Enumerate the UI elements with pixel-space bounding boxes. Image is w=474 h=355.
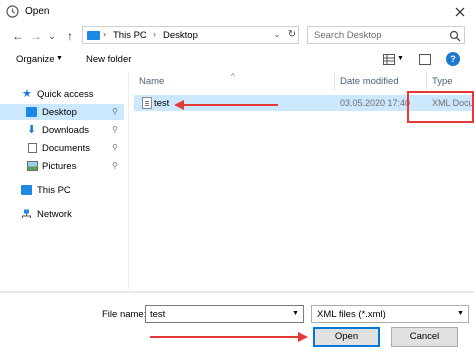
forward-arrow-icon[interactable]: →: [28, 28, 44, 44]
file-name-field[interactable]: test ▼: [145, 305, 304, 323]
pin-icon: ⚲: [112, 143, 118, 152]
navigation-pane: ★ Quick access Desktop ⚲ ⬇ Downloads ⚲ D…: [0, 76, 128, 288]
sidebar-item-label: Downloads: [42, 125, 89, 136]
pane-divider[interactable]: [128, 72, 129, 290]
open-button[interactable]: Open: [313, 327, 380, 347]
star-icon: ★: [22, 88, 32, 100]
column-header-type[interactable]: Type: [432, 76, 453, 87]
title-bar: Open: [0, 0, 474, 24]
help-icon[interactable]: ?: [446, 52, 460, 66]
change-view-icon[interactable]: [383, 54, 395, 65]
column-header-name[interactable]: Name: [139, 76, 164, 87]
up-arrow-icon[interactable]: ↑: [62, 28, 78, 44]
pin-icon: ⚲: [112, 107, 118, 116]
annotation-arrow-icon: [150, 332, 308, 342]
sidebar-item-desktop[interactable]: Desktop ⚲: [0, 104, 124, 120]
file-type-filter-select[interactable]: XML files (*.xml) ▼: [311, 305, 469, 323]
breadcrumb-separator: ›: [153, 29, 156, 39]
window-title: Open: [25, 6, 50, 17]
cancel-button[interactable]: Cancel: [391, 327, 458, 347]
close-icon[interactable]: [450, 3, 470, 21]
sidebar-item-label: This PC: [37, 185, 71, 196]
computer-icon: [87, 31, 100, 40]
file-date-modified: 03.05.2020 17:40: [340, 98, 411, 108]
sidebar-item-label: Pictures: [42, 161, 77, 172]
file-name-value: test: [150, 309, 166, 320]
search-placeholder: Search Desktop: [314, 30, 382, 41]
search-input[interactable]: Search Desktop: [307, 26, 465, 44]
preview-pane-icon[interactable]: [419, 54, 431, 65]
horizontal-scrollbar[interactable]: [0, 291, 474, 293]
sidebar-item-label: Quick access: [37, 89, 94, 100]
pictures-icon: [27, 161, 38, 171]
column-header-date-modified[interactable]: Date modified: [340, 76, 399, 87]
sidebar-item-label: Documents: [42, 143, 91, 154]
view-options-dropdown-icon[interactable]: ▼: [397, 55, 404, 62]
computer-icon: [21, 185, 32, 195]
annotation-highlight-box: [407, 91, 474, 123]
search-icon: [449, 30, 461, 42]
open-dialog-icon: [6, 5, 19, 18]
sidebar-item-this-pc[interactable]: This PC: [0, 182, 124, 198]
breadcrumb-separator: ›: [103, 29, 106, 39]
download-icon: ⬇: [27, 124, 37, 136]
sidebar-item-documents[interactable]: Documents ⚲: [0, 140, 124, 156]
recent-locations-chevron-icon[interactable]: ⌄: [44, 28, 60, 44]
sidebar-item-label: Network: [37, 209, 72, 220]
file-type-filter-value: XML files (*.xml): [317, 309, 386, 320]
pin-icon: ⚲: [112, 161, 118, 170]
network-icon: [22, 209, 31, 218]
pin-icon: ⚲: [112, 125, 118, 134]
back-arrow-icon[interactable]: ←: [10, 28, 26, 44]
refresh-icon[interactable]: ↻: [286, 28, 298, 42]
document-icon: [28, 143, 37, 153]
organize-button[interactable]: Organize: [16, 54, 55, 65]
address-dropdown-icon[interactable]: ⌄: [271, 28, 283, 42]
breadcrumb-desktop[interactable]: Desktop: [163, 30, 198, 41]
chevron-down-icon[interactable]: ▼: [56, 55, 63, 62]
column-divider[interactable]: [334, 72, 335, 90]
sidebar-item-pictures[interactable]: Pictures ⚲: [0, 158, 124, 174]
breadcrumb-this-pc[interactable]: This PC: [113, 30, 147, 41]
address-bar[interactable]: › This PC › Desktop ⌄ ↻: [82, 26, 299, 44]
chevron-down-icon[interactable]: ▼: [292, 310, 299, 317]
desktop-icon: [26, 107, 37, 117]
sidebar-item-label: Desktop: [42, 107, 77, 118]
sidebar-item-network[interactable]: Network: [0, 206, 124, 222]
sidebar-item-downloads[interactable]: ⬇ Downloads ⚲: [0, 122, 124, 138]
sidebar-item-quick-access[interactable]: ★ Quick access: [0, 86, 124, 102]
column-divider[interactable]: [426, 72, 427, 90]
new-folder-button[interactable]: New folder: [86, 54, 131, 65]
chevron-down-icon[interactable]: ▼: [457, 310, 464, 317]
sort-ascending-icon: ^: [231, 72, 235, 81]
xml-file-icon: [142, 97, 152, 109]
file-name-label: File name:: [102, 309, 147, 320]
annotation-arrow-icon: [174, 100, 278, 110]
file-name: test: [154, 98, 170, 109]
